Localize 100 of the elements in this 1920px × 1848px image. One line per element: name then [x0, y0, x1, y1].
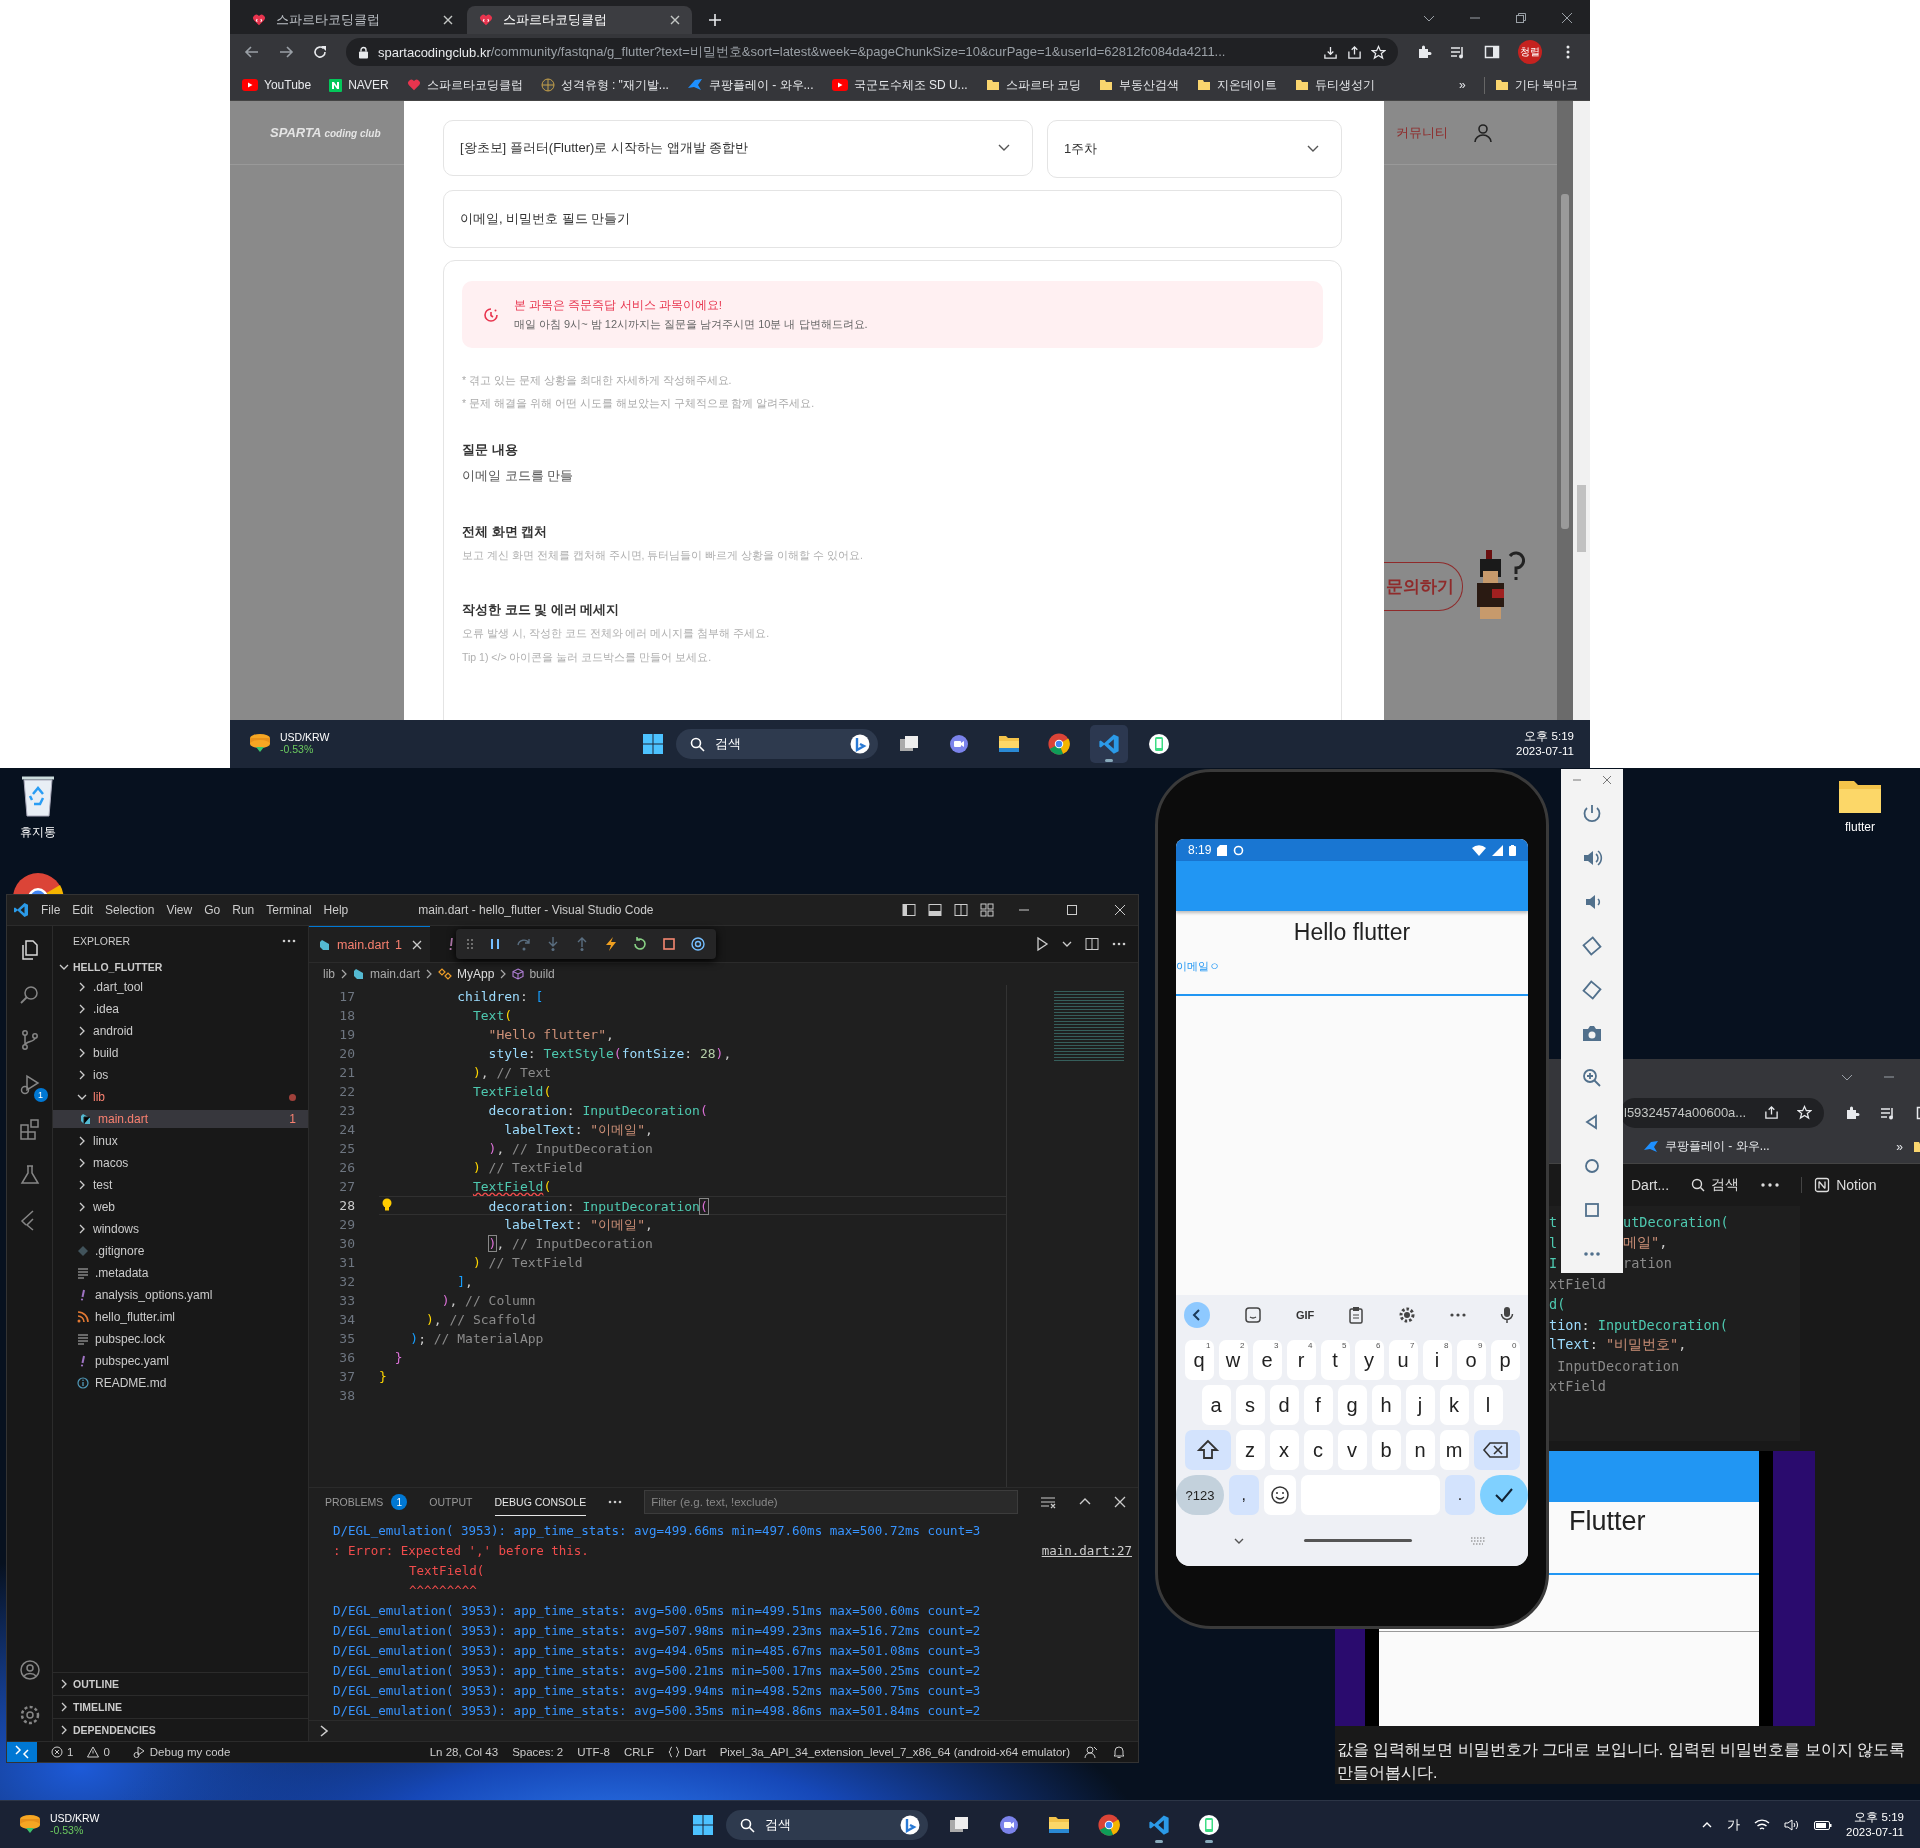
exclamation-icon[interactable]: [448, 937, 455, 951]
title-field[interactable]: 이메일, 비밀번호 필드 만들기: [443, 190, 1342, 248]
clear-list-icon[interactable]: [1040, 1494, 1056, 1510]
bookmark[interactable]: YouTube: [242, 78, 312, 92]
tree-item[interactable]: main.dart 1: [53, 1110, 308, 1128]
bookmark[interactable]: 지온데이트: [1196, 76, 1277, 94]
close-icon[interactable]: [670, 15, 680, 25]
bookmark[interactable]: 스파르타 코딩: [985, 76, 1081, 94]
breadcrumb-item[interactable]: main.dart: [370, 967, 421, 981]
feedback-icon[interactable]: [1084, 1745, 1098, 1759]
prompt-chevron-icon[interactable]: [319, 1725, 329, 1737]
tree-item[interactable]: pubspec.lock: [53, 1330, 308, 1348]
bookmark[interactable]: 쿠팡플레이 - 와우...: [686, 76, 814, 94]
search-icon[interactable]: [690, 936, 706, 952]
sidebar-icon[interactable]: [1484, 44, 1500, 60]
back-icon[interactable]: [244, 44, 260, 60]
filter-field[interactable]: Filter (e.g. text, !exclude): [644, 1490, 1018, 1514]
keyboard-key[interactable]: s: [1235, 1385, 1265, 1425]
tree-item[interactable]: test: [53, 1176, 308, 1194]
search-button[interactable]: 검색: [1691, 1176, 1740, 1194]
keyboard-key[interactable]: j: [1405, 1385, 1435, 1425]
tree-item[interactable]: README.md: [53, 1374, 308, 1392]
gif-button[interactable]: GIF: [1295, 1309, 1315, 1321]
address-bar[interactable]: spartacodingclub.kr/community/fastqna/g_flutter?text=비밀번호&sort=latest&week=&pageChunkSize=10&curPage=1&userId=62812fc084da4211...: [346, 38, 1398, 66]
lightning-icon[interactable]: [603, 936, 619, 952]
shift-key[interactable]: [1184, 1430, 1231, 1470]
period-key[interactable]: .: [1445, 1475, 1475, 1515]
tree-item[interactable]: linux: [53, 1132, 308, 1150]
more-bookmarks-button[interactable]: »: [1896, 1139, 1903, 1154]
collapsed-section[interactable]: OUTLINE: [53, 1672, 308, 1695]
volume-icon[interactable]: [1784, 1818, 1800, 1832]
clipboard-icon[interactable]: [1348, 1306, 1365, 1324]
bookmark[interactable]: 쿠팡플레이 - 와우...: [1643, 1138, 1770, 1156]
media-icon[interactable]: [1450, 44, 1466, 60]
backspace-key[interactable]: [1473, 1430, 1520, 1470]
bell-icon[interactable]: [1112, 1745, 1126, 1759]
close-icon[interactable]: [1114, 1496, 1126, 1508]
split-layout-icon[interactable]: [954, 903, 968, 917]
editor-tab[interactable]: main.dart 1: [309, 926, 431, 962]
remote-button[interactable]: [7, 1742, 37, 1762]
reload-icon[interactable]: [312, 44, 328, 60]
more-bookmarks-button[interactable]: »: [1458, 78, 1466, 92]
language-mode[interactable]: Dart: [667, 1746, 706, 1758]
tree-item[interactable]: .idea: [53, 1000, 308, 1018]
folder-icon[interactable]: [1838, 778, 1882, 814]
star-icon[interactable]: [1371, 44, 1386, 60]
search-box[interactable]: 검색: [676, 729, 878, 759]
tree-item[interactable]: lib: [53, 1088, 308, 1106]
close-icon[interactable]: [1114, 904, 1126, 916]
account-icon[interactable]: [17, 1658, 42, 1682]
enter-key[interactable]: [1480, 1475, 1528, 1515]
more-icon[interactable]: [282, 939, 296, 943]
bookmark[interactable]: 부동산검색: [1098, 76, 1179, 94]
split-editor-icon[interactable]: [1084, 936, 1100, 952]
scrollbar[interactable]: [1573, 101, 1590, 720]
microphone-icon[interactable]: [1499, 1306, 1514, 1324]
clock[interactable]: 오후 5:19 2023-07-11: [1516, 729, 1574, 759]
debug-status[interactable]: Debug my code: [131, 1745, 231, 1759]
more-icon[interactable]: [608, 1500, 623, 1504]
keyboard-key[interactable]: m: [1439, 1430, 1469, 1470]
wifi-icon[interactable]: [1754, 1818, 1770, 1832]
address-bar[interactable]: l59324574a00600a...: [1620, 1097, 1825, 1128]
week-select[interactable]: 1주차: [1047, 120, 1342, 178]
bookmark[interactable]: NAVER: [329, 78, 389, 92]
share-icon[interactable]: [1764, 1105, 1780, 1121]
volume-up-icon[interactable]: [1581, 847, 1603, 869]
menu-item[interactable]: Edit: [72, 903, 94, 917]
star-icon[interactable]: [1797, 1105, 1813, 1121]
layout-icon[interactable]: [980, 903, 994, 917]
rotate-left-icon[interactable]: [1581, 935, 1603, 957]
more-icon[interactable]: [1761, 1183, 1780, 1187]
sidebar-toggle-icon[interactable]: [902, 903, 916, 917]
close-icon[interactable]: [1561, 12, 1573, 24]
menu-item[interactable]: Selection: [105, 903, 155, 917]
panel-toggle-icon[interactable]: [928, 903, 942, 917]
bookmark[interactable]: 국군도수체조 SD U...: [831, 76, 968, 94]
menu-item[interactable]: Terminal: [266, 903, 312, 917]
run-icon[interactable]: [1034, 936, 1050, 952]
step-over-icon[interactable]: [516, 936, 532, 952]
menu-item[interactable]: Run: [232, 903, 255, 917]
status-item[interactable]: CRLF: [623, 1746, 654, 1758]
status-item[interactable]: Ln 28, Col 43: [429, 1746, 499, 1758]
comma-key[interactable]: ,: [1228, 1475, 1259, 1515]
tree-item[interactable]: hello_flutter.iml: [53, 1308, 308, 1326]
battery-icon[interactable]: [1814, 1819, 1832, 1831]
menu-item[interactable]: File: [41, 903, 61, 917]
project-header[interactable]: HELLO_FLUTTER: [53, 956, 308, 978]
download-icon[interactable]: [1323, 44, 1338, 60]
emoji-key[interactable]: [1263, 1475, 1296, 1515]
puzzle-icon[interactable]: [1844, 1104, 1861, 1121]
tree-item[interactable]: .gitignore: [53, 1242, 308, 1260]
chevron-down-icon[interactable]: [1062, 939, 1072, 949]
clock[interactable]: 오후 5:19 2023-07-11: [1846, 1810, 1904, 1840]
back-icon[interactable]: [1184, 1302, 1210, 1328]
keyboard-key[interactable]: g: [1337, 1385, 1367, 1425]
source-link[interactable]: main.dart:27: [1041, 1542, 1132, 1558]
keyboard-key[interactable]: c: [1303, 1430, 1333, 1470]
restore-icon[interactable]: [1515, 12, 1527, 24]
close-icon[interactable]: [443, 15, 453, 25]
keyboard-key[interactable]: b: [1371, 1430, 1401, 1470]
